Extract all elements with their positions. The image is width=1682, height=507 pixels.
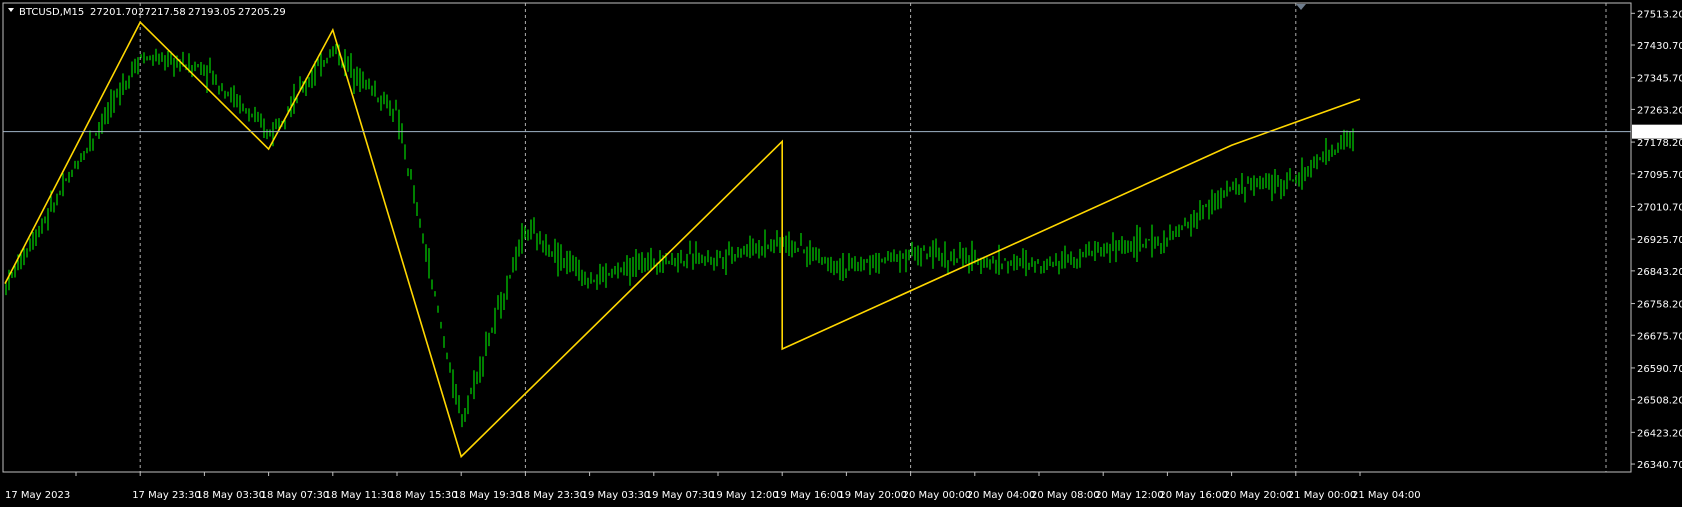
symbol-label: BTCUSD,M15 [19, 7, 84, 18]
y-tick-label: 26675.70 [1637, 331, 1682, 342]
y-tick-label: 27263.20 [1637, 105, 1682, 116]
price-chart[interactable]: 27513.20 27430.70 27345.70 27263.20 27178.20… [0, 0, 1682, 507]
current-price-label: 27205.29 [1635, 128, 1682, 139]
x-tick-label: 20 May 16:00 [1159, 490, 1228, 501]
ohlc-close: 27205.29 [238, 7, 286, 18]
x-tick-label: 20 May 12:00 [1095, 490, 1164, 501]
x-tick-label: 20 May 04:00 [967, 490, 1036, 501]
y-tick-label: 26423.20 [1637, 428, 1682, 439]
x-tick-label: 18 May 11:30 [325, 490, 394, 501]
x-tick-label: 18 May 03:30 [196, 490, 265, 501]
x-tick-label: 19 May 12:00 [710, 490, 779, 501]
y-tick-label: 26843.20 [1637, 267, 1682, 278]
y-tick-label: 26340.70 [1637, 460, 1682, 471]
y-tick-label: 27513.20 [1637, 9, 1682, 20]
x-tick-label: 20 May 20:00 [1224, 490, 1293, 501]
x-tick-label: 20 May 00:00 [903, 490, 972, 501]
y-tick-label: 27430.70 [1637, 41, 1682, 52]
x-tick-label: 19 May 03:30 [582, 490, 651, 501]
y-tick-label: 26758.20 [1637, 300, 1682, 311]
x-tick-label: 18 May 15:30 [389, 490, 458, 501]
y-tick-label: 26508.20 [1637, 396, 1682, 407]
ohlc-low: 27193.05 [188, 7, 236, 18]
x-tick-label: 18 May 07:30 [261, 490, 330, 501]
x-tick-label: 17 May 23:30 [132, 490, 201, 501]
ohlc-open: 27201.70 [90, 7, 138, 18]
x-tick-label: 19 May 07:30 [646, 490, 715, 501]
x-tick-label: 18 May 19:30 [453, 490, 522, 501]
y-tick-label: 26590.70 [1637, 364, 1682, 375]
chart-background [0, 0, 1682, 507]
y-tick-label: 27178.20 [1637, 138, 1682, 149]
x-tick-label: 21 May 00:00 [1288, 490, 1357, 501]
ohlc-high: 27217.58 [138, 7, 186, 18]
y-tick-label: 27345.70 [1637, 74, 1682, 85]
price-axis: 27513.20 27430.70 27345.70 27263.20 27178.20… [1631, 9, 1682, 471]
x-tick-label: 19 May 20:00 [838, 490, 907, 501]
y-tick-label: 27095.70 [1637, 170, 1682, 181]
x-tick-label: 21 May 04:00 [1352, 490, 1421, 501]
y-tick-label: 26925.70 [1637, 235, 1682, 246]
chart-header: BTCUSD,M15 27201.70 27217.58 27193.05 27… [8, 7, 286, 18]
x-tick-label: 18 May 23:30 [517, 490, 586, 501]
x-tick-label: 17 May 2023 [5, 490, 70, 501]
x-tick-label: 20 May 08:00 [1031, 490, 1100, 501]
x-tick-label: 19 May 16:00 [774, 490, 843, 501]
y-tick-label: 27010.70 [1637, 202, 1682, 213]
